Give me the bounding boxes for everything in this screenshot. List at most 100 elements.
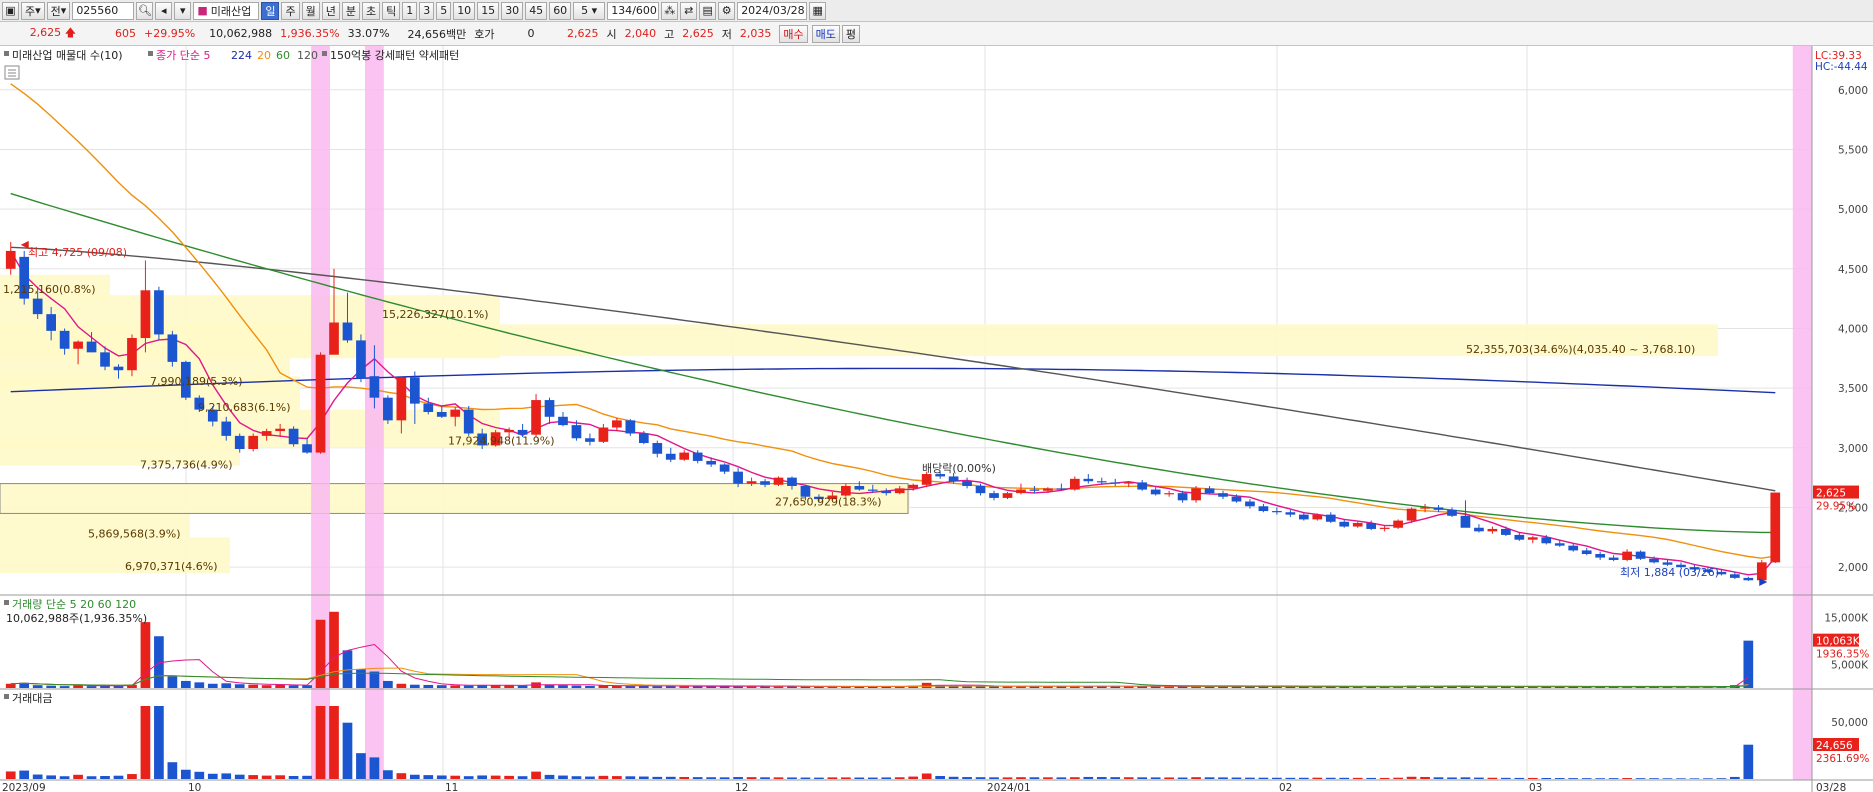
amount-bar[interactable] [517, 776, 528, 779]
candle[interactable] [463, 409, 474, 434]
eval-button[interactable]: 평 [841, 24, 861, 43]
volume-bar[interactable] [46, 685, 56, 688]
amount-bar[interactable] [1743, 744, 1754, 779]
amount-bar[interactable] [1272, 777, 1282, 779]
candle[interactable] [1756, 562, 1767, 581]
amount-bar[interactable] [894, 777, 905, 779]
amount-bar[interactable] [706, 777, 717, 779]
candle[interactable] [275, 428, 285, 432]
candle[interactable] [989, 493, 999, 498]
sell-button[interactable]: 매도 [811, 24, 840, 43]
period-tick-button[interactable]: 틱 [382, 1, 401, 20]
candle[interactable] [1110, 482, 1121, 484]
candle[interactable] [5, 250, 16, 269]
amount-bar[interactable] [1608, 778, 1619, 779]
interval-select[interactable]: 5 ▾ [573, 1, 606, 20]
candle[interactable] [383, 397, 393, 421]
candle[interactable] [1366, 522, 1377, 529]
candle[interactable] [948, 476, 959, 482]
volume-bar[interactable] [248, 684, 259, 688]
amount-bar[interactable] [746, 777, 757, 779]
chevron-down-icon[interactable]: ▾ [174, 1, 192, 20]
candle[interactable] [315, 354, 326, 453]
volume-bar[interactable] [275, 684, 285, 688]
volume-bar[interactable] [32, 685, 43, 688]
candle[interactable] [571, 425, 582, 439]
candle[interactable] [854, 485, 865, 490]
amount-bar[interactable] [612, 776, 622, 779]
amount-bar[interactable] [1056, 777, 1067, 779]
volume-bar[interactable] [1743, 640, 1754, 688]
amount-bar[interactable] [463, 776, 474, 779]
volume-bar[interactable] [383, 680, 393, 688]
candle[interactable] [773, 477, 784, 485]
stock-chart[interactable]: 52,355,703(34.6%)(4,035.40 ~ 3,768.10) 15… [0, 46, 1873, 792]
amount-bar[interactable] [544, 774, 555, 779]
amount-bar[interactable] [773, 777, 784, 779]
period-day-button[interactable]: 일 [261, 1, 280, 20]
amount-bar[interactable] [625, 776, 636, 779]
amount-bar[interactable] [342, 722, 353, 779]
candle[interactable] [1447, 509, 1457, 516]
volume-bar[interactable] [409, 684, 420, 688]
candle[interactable] [719, 464, 730, 472]
amount-bar[interactable] [1191, 777, 1201, 779]
volume-bar[interactable] [436, 685, 447, 688]
amount-bar[interactable] [1581, 778, 1592, 779]
candle[interactable] [423, 403, 434, 412]
amount-bar[interactable] [1487, 777, 1498, 779]
amount-bar[interactable] [1662, 778, 1673, 779]
stock-name-field[interactable]: ■ 미래산업 [193, 1, 260, 20]
period-month-button[interactable]: 월 [301, 1, 320, 20]
amount-bar[interactable] [1474, 777, 1484, 779]
volume-bar[interactable] [558, 685, 568, 688]
volume-bar[interactable] [342, 650, 353, 688]
amount-bar[interactable] [490, 775, 501, 779]
candle[interactable] [1474, 527, 1484, 532]
candle[interactable] [113, 366, 124, 371]
amount-bar[interactable] [1177, 777, 1188, 779]
amount-bar[interactable] [1150, 777, 1161, 779]
amount-bar[interactable] [881, 777, 892, 779]
candle[interactable] [760, 481, 770, 485]
market-select[interactable]: 주 ▾ [21, 1, 45, 20]
amount-bar[interactable] [1635, 778, 1646, 779]
candle[interactable] [746, 481, 757, 484]
amount-bar[interactable] [167, 762, 178, 779]
candle[interactable] [1433, 507, 1444, 510]
amount-bar[interactable] [1231, 777, 1242, 779]
amount-bar[interactable] [679, 776, 690, 779]
amount-bar[interactable] [275, 775, 285, 779]
volume-bar[interactable] [423, 684, 434, 688]
volume-bar[interactable] [585, 685, 595, 688]
volume-bar[interactable] [5, 683, 16, 688]
pattern-icon[interactable]: ⁂ [661, 1, 679, 20]
candle[interactable] [558, 416, 568, 426]
amount-bar[interactable] [1676, 778, 1686, 779]
candle[interactable] [1083, 478, 1094, 482]
amount-bar[interactable] [1433, 777, 1444, 779]
candle[interactable] [1649, 558, 1659, 563]
exchange-select[interactable]: 전 ▾ [46, 1, 71, 20]
amount-bar[interactable] [180, 769, 191, 779]
volume-bar[interactable] [180, 680, 191, 688]
candle[interactable] [665, 453, 676, 460]
candle[interactable] [962, 481, 972, 486]
candle[interactable] [1056, 488, 1067, 490]
interval-3-button[interactable]: 3 [419, 1, 435, 20]
amount-bar[interactable] [1029, 777, 1040, 779]
candle[interactable] [1501, 528, 1511, 535]
candle[interactable] [302, 444, 312, 453]
candle[interactable] [706, 460, 717, 465]
candle[interactable] [1164, 493, 1174, 495]
candle[interactable] [100, 352, 110, 367]
amount-bar[interactable] [46, 775, 56, 779]
candle[interactable] [1177, 493, 1188, 501]
candle[interactable] [356, 340, 366, 379]
candle[interactable] [733, 471, 743, 484]
candle[interactable] [86, 341, 97, 353]
candle[interactable] [1298, 514, 1309, 520]
candle[interactable] [248, 435, 259, 449]
amount-bar[interactable] [1730, 776, 1740, 779]
amount-bar[interactable] [1002, 777, 1013, 779]
